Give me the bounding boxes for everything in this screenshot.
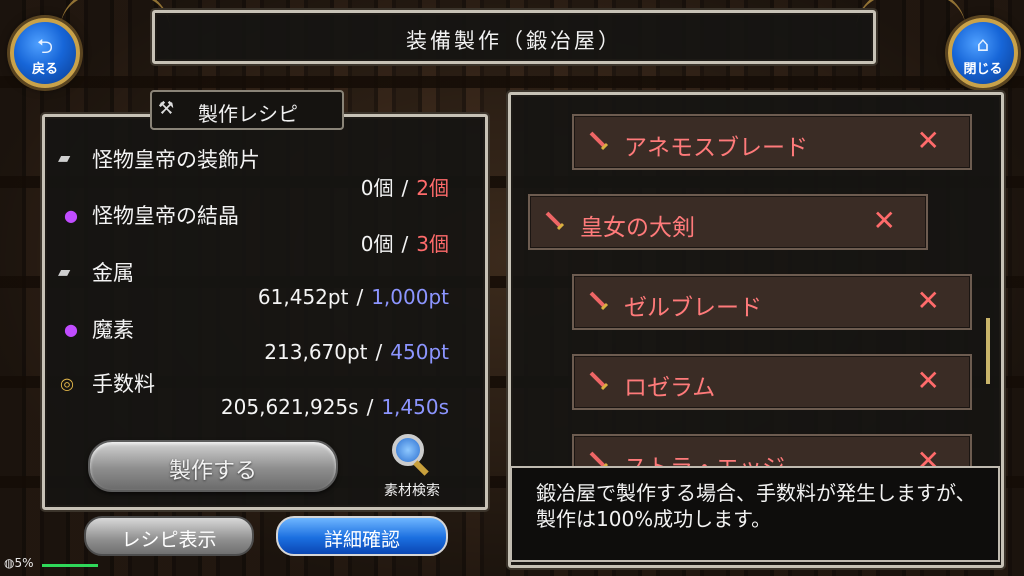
globe-icon: ◍: [4, 556, 15, 570]
info-message-box: 鍛冶屋で製作する場合、手数料が発生しますが、製作は100%成功します。: [510, 466, 1000, 562]
sword-icon: [545, 211, 565, 231]
unavailable-icon: ✕: [916, 124, 940, 157]
recipe-scroll-icon: ⚒: [158, 98, 175, 119]
title-bar: 装備製作（鍛冶屋）: [152, 10, 876, 64]
make-button-label: 製作する: [168, 459, 257, 484]
ingot-icon: ▰: [58, 148, 71, 167]
item-name: ロゼラム: [624, 375, 716, 401]
back-button[interactable]: ⮌ 戻る: [10, 18, 80, 88]
details-button[interactable]: 詳細確認: [276, 516, 448, 556]
material-quantity: 0個 / 3個: [361, 228, 449, 257]
purple-orb-icon: ●: [64, 206, 78, 225]
details-label: 詳細確認: [323, 529, 400, 551]
quantity-separator: /: [401, 176, 409, 200]
material-quantity: 213,670pt / 450pt: [264, 340, 449, 364]
unavailable-icon: ✕: [916, 284, 940, 317]
home-icon: ⌂: [976, 32, 990, 56]
quantity-separator: /: [356, 285, 364, 309]
progress-bar: [42, 564, 98, 567]
material-name: 怪物皇帝の装飾片: [92, 148, 260, 172]
item-name: ゼルブレード: [624, 295, 762, 321]
material-name: 怪物皇帝の結晶: [92, 204, 239, 228]
magnifier-handle: [413, 460, 429, 476]
make-button[interactable]: 製作する: [88, 440, 338, 492]
material-have: 205,621,925s: [220, 395, 359, 419]
material-need: 2個: [416, 176, 449, 200]
sword-icon: [589, 291, 609, 311]
material-name: 魔素: [92, 318, 134, 342]
material-quantity: 0個 / 2個: [361, 172, 449, 201]
ingot-icon: ▰: [58, 262, 71, 281]
quantity-separator: /: [375, 340, 383, 364]
material-search-label: 素材検索: [384, 483, 440, 499]
show-recipe-button[interactable]: レシピ表示: [84, 516, 254, 556]
item-name: アネモスブレード: [624, 135, 808, 161]
unavailable-icon: ✕: [872, 204, 896, 237]
item-name: 皇女の大剣: [580, 215, 695, 241]
back-label: 戻る: [31, 62, 58, 77]
page-title: 装備製作（鍛冶屋）: [406, 29, 622, 53]
show-recipe-label: レシピ表示: [121, 529, 217, 551]
close-label: 閉じる: [963, 62, 1003, 77]
list-item[interactable]: アネモスブレード ✕: [572, 114, 972, 170]
sword-icon: [589, 131, 609, 151]
coins-icon: ◎: [60, 374, 74, 393]
progress-status: ◍5%: [4, 556, 98, 570]
material-need: 450pt: [390, 340, 449, 364]
recipe-header: ⚒ 製作レシピ: [150, 90, 344, 130]
unavailable-icon: ✕: [916, 364, 940, 397]
list-item[interactable]: ゼルブレード ✕: [572, 274, 972, 330]
material-have: 61,452pt: [257, 285, 349, 309]
material-name: 手数料: [92, 372, 155, 396]
list-scrollbar[interactable]: [986, 318, 990, 384]
material-search-button[interactable]: 素材検索: [372, 434, 452, 500]
progress-percent: 5%: [14, 556, 34, 570]
purple-orb-icon: ●: [64, 320, 78, 339]
material-have: 0個: [360, 176, 394, 200]
quantity-separator: /: [401, 232, 409, 256]
list-item[interactable]: 皇女の大剣 ✕: [528, 194, 928, 250]
material-need: 1,000pt: [371, 285, 449, 309]
material-name: 金属: [92, 261, 134, 285]
sword-icon: [589, 371, 609, 391]
material-have: 213,670pt: [264, 340, 368, 364]
material-need: 1,450s: [381, 395, 449, 419]
material-need: 3個: [416, 232, 449, 256]
quantity-separator: /: [366, 395, 374, 419]
material-quantity: 61,452pt / 1,000pt: [258, 285, 449, 309]
recipe-heading: 製作レシピ: [198, 102, 298, 126]
material-have: 0個: [360, 232, 394, 256]
material-quantity: 205,621,925s / 1,450s: [221, 395, 449, 419]
info-message: 鍛冶屋で製作する場合、手数料が発生しますが、製作は100%成功します。: [536, 481, 976, 531]
list-item[interactable]: ロゼラム ✕: [572, 354, 972, 410]
close-button[interactable]: ⌂ 閉じる: [948, 18, 1018, 88]
